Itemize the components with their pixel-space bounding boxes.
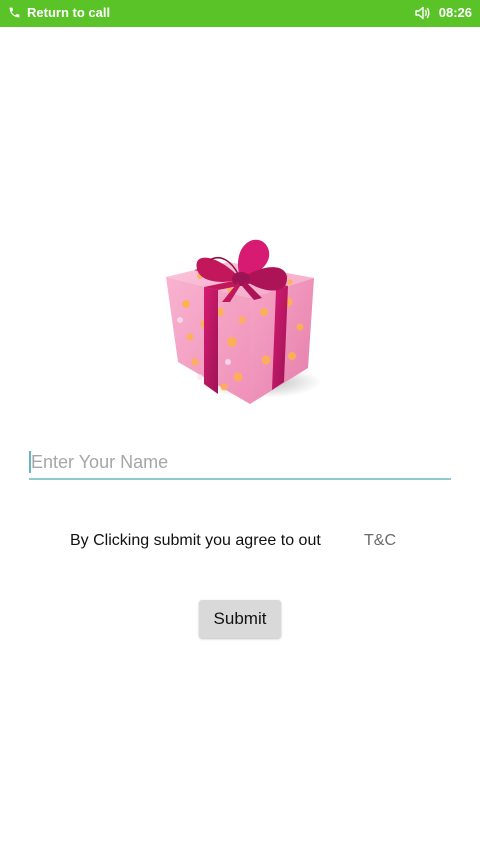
name-input[interactable]	[29, 446, 451, 480]
terms-link[interactable]: T&C	[364, 532, 396, 550]
return-to-call-label: Return to call	[27, 5, 111, 20]
speaker-icon	[415, 6, 431, 20]
phone-icon	[8, 6, 21, 19]
agreement-text: By Clicking submit you agree to out	[70, 532, 321, 549]
text-cursor	[29, 451, 31, 473]
return-to-call[interactable]: Return to call	[8, 5, 110, 20]
gift-box-icon	[160, 232, 322, 408]
clock: 08:26	[438, 5, 472, 20]
submit-button[interactable]: Submit	[199, 600, 281, 638]
status-bar: Return to call 08:26	[0, 0, 480, 27]
status-right: 08:26	[415, 5, 472, 20]
